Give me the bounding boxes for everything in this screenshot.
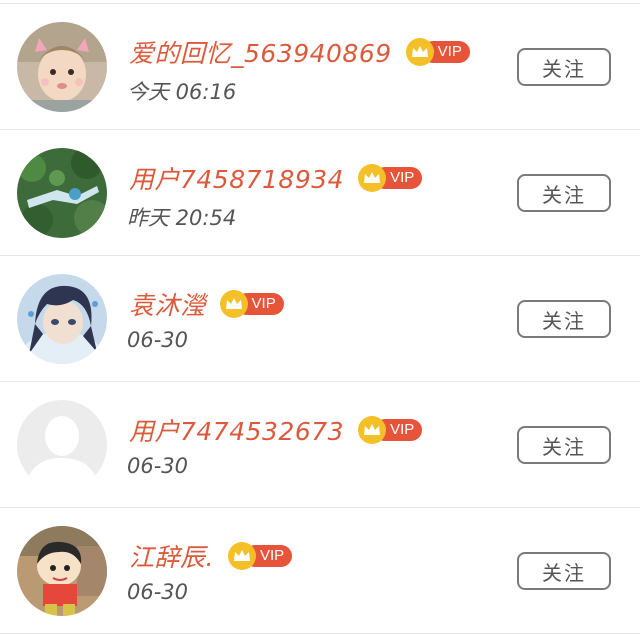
follow-button[interactable]: 关注 [517,48,611,86]
name-line: 江辞辰. VIP [129,536,293,576]
timestamp: 今天 06:16 [127,80,237,104]
follow-button[interactable]: 关注 [517,174,611,212]
username[interactable]: 江辞辰. [129,538,214,574]
list-item[interactable]: 用户7474532673 VIP 06-30 关注 [0,382,640,508]
crown-icon [358,416,387,444]
timestamp: 昨天 20:54 [127,206,237,230]
username[interactable]: 爱的回忆_563940869 [129,34,392,70]
avatar[interactable] [17,274,107,364]
follow-button[interactable]: 关注 [517,426,611,464]
username[interactable]: 袁沐瀅 [129,286,206,322]
vip-badge: VIP [358,416,423,444]
crown-icon [227,542,256,570]
name-line: 袁沐瀅 VIP [129,284,284,324]
avatar[interactable] [17,400,107,490]
name-line: 爱的回忆_563940869 VIP [129,32,470,72]
list-item[interactable]: 用户7458718934 VIP 昨天 20:54 关注 [0,130,640,256]
username[interactable]: 用户7474532673 [129,412,344,448]
crown-icon [219,290,248,318]
crown-icon [405,38,434,66]
vip-badge: VIP [358,164,423,192]
name-line: 用户7474532673 VIP [129,410,423,450]
vip-badge: VIP [227,542,293,570]
timestamp: 06-30 [127,580,189,604]
follow-button[interactable]: 关注 [517,552,611,590]
list-item[interactable]: 爱的回忆_563940869 VIP 今天 06:16 关注 [0,4,640,130]
timestamp: 06-30 [127,328,189,352]
avatar[interactable] [17,148,107,238]
vip-badge: VIP [405,38,470,66]
crown-icon [358,164,387,192]
list-item[interactable]: 江辞辰. VIP 06-30 关注 [0,508,640,634]
username[interactable]: 用户7458718934 [129,160,344,196]
name-line: 用户7458718934 VIP [129,158,423,198]
vip-badge: VIP [219,290,284,318]
list-item[interactable]: 袁沐瀅 VIP 06-30 关注 [0,256,640,382]
follow-button[interactable]: 关注 [517,300,611,338]
avatar[interactable] [17,526,107,616]
avatar[interactable] [17,22,107,112]
timestamp: 06-30 [127,454,189,478]
follower-list: 爱的回忆_563940869 VIP 今天 06:16 关注 用户7458718… [0,0,640,634]
